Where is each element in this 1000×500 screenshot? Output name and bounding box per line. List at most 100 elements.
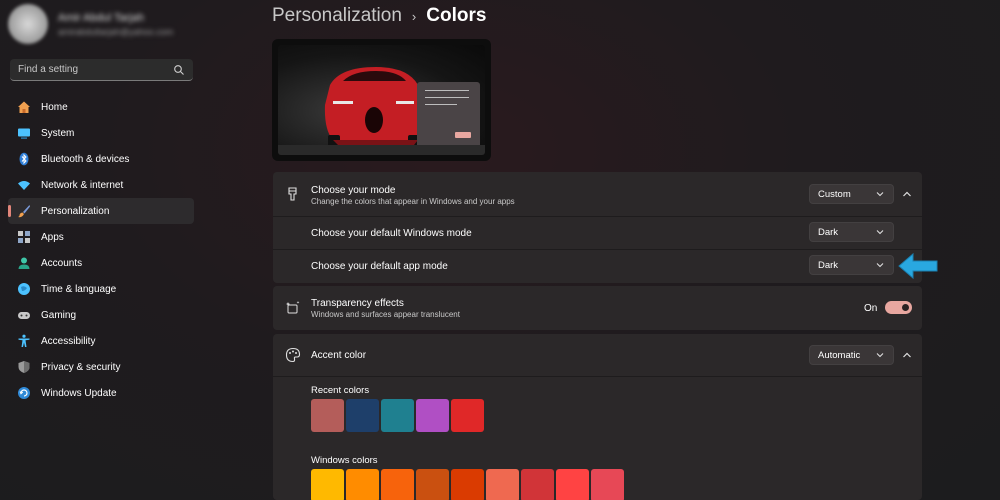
color-swatch[interactable] [451, 469, 484, 500]
wallpaper-preview [278, 45, 485, 155]
transparency-state: On [864, 303, 878, 314]
transparency-toggle[interactable] [885, 301, 912, 314]
sidebar-item-apps[interactable]: Apps [8, 224, 194, 250]
accent-dropdown[interactable]: Automatic [809, 345, 894, 365]
breadcrumb-parent[interactable]: Personalization [272, 5, 402, 27]
mode-dropdown-value: Custom [818, 188, 851, 200]
choose-mode-row[interactable]: Choose your mode Change the colors that … [273, 172, 922, 216]
color-swatch[interactable] [451, 399, 484, 432]
accent-dropdown-value: Automatic [818, 349, 861, 361]
sidebar-item-label: Personalization [41, 205, 110, 217]
sidebar-item-label: Bluetooth & devices [41, 153, 130, 165]
accent-card: Accent color Automatic Recent colors Win… [273, 334, 922, 500]
sidebar-nav: Home System Bluetooth & devices Network … [8, 94, 194, 406]
sidebar-item-label: Accessibility [41, 335, 96, 347]
mode-card: Choose your mode Change the colors that … [273, 172, 922, 283]
divider [273, 376, 922, 377]
time-language-icon [16, 282, 31, 297]
sidebar-item-label: Privacy & security [41, 361, 121, 373]
theme-preview [272, 39, 491, 161]
windows-colors-label: Windows colors [311, 455, 378, 466]
recent-colors [311, 399, 484, 432]
accounts-icon [16, 256, 31, 271]
chevron-down-icon [876, 263, 884, 268]
windows-colors [311, 469, 624, 500]
accent-row[interactable]: Accent color Automatic [273, 334, 922, 376]
search-placeholder: Find a setting [18, 64, 79, 75]
color-swatch[interactable] [416, 469, 449, 500]
sidebar-item-label: Apps [41, 231, 64, 243]
page-title: Colors [426, 5, 487, 26]
shield-icon [16, 360, 31, 375]
sidebar-item-home[interactable]: Home [8, 94, 194, 120]
color-swatch[interactable] [311, 469, 344, 500]
chevron-up-icon[interactable] [901, 349, 913, 361]
sidebar-item-accessibility[interactable]: Accessibility [8, 328, 194, 354]
avatar[interactable] [8, 4, 48, 44]
color-swatch[interactable] [591, 469, 624, 500]
chevron-down-icon [876, 353, 884, 358]
sidebar-item-privacy[interactable]: Privacy & security [8, 354, 194, 380]
recent-colors-label: Recent colors [311, 385, 370, 396]
sidebar-item-accounts[interactable]: Accounts [8, 250, 194, 276]
sidebar-item-label: Home [41, 101, 68, 113]
chevron-up-icon[interactable] [901, 188, 913, 200]
preview-accent-button [455, 132, 471, 138]
search-icon [174, 64, 184, 75]
color-swatch[interactable] [486, 469, 519, 500]
sidebar-item-network[interactable]: Network & internet [8, 172, 194, 198]
paint-bucket-icon [288, 187, 297, 201]
accent-title: Accent color [311, 350, 367, 361]
annotation-arrow-icon [898, 252, 938, 280]
app-mode-label: Choose your default app mode [311, 261, 448, 272]
preview-line [425, 90, 469, 91]
choose-mode-title: Choose your mode [311, 185, 396, 196]
accessibility-icon [16, 334, 31, 349]
windows-mode-label: Choose your default Windows mode [311, 228, 472, 239]
brush-icon [16, 204, 31, 219]
windows-mode-value: Dark [818, 226, 839, 238]
search-input[interactable]: Find a setting [10, 59, 193, 81]
sidebar-item-bluetooth[interactable]: Bluetooth & devices [8, 146, 194, 172]
app-mode-dropdown[interactable]: Dark [809, 255, 894, 275]
sidebar-item-time-language[interactable]: Time & language [8, 276, 194, 302]
bluetooth-icon [16, 152, 31, 167]
apps-icon [16, 230, 31, 245]
preview-line [425, 97, 469, 98]
color-swatch[interactable] [381, 399, 414, 432]
sidebar-item-gaming[interactable]: Gaming [8, 302, 194, 328]
color-swatch[interactable] [556, 469, 589, 500]
breadcrumb: Personalization › Colors [272, 4, 486, 28]
profile-email: amirabdultarjah@yahoo.com [58, 26, 174, 37]
breadcrumb-separator: › [411, 8, 417, 24]
color-swatch[interactable] [346, 469, 379, 500]
preview-taskbar [278, 145, 485, 155]
profile-name: Amir Abdul Tarjah [58, 11, 145, 24]
color-swatch[interactable] [521, 469, 554, 500]
network-icon [16, 178, 31, 193]
sidebar-item-label: Network & internet [41, 179, 124, 191]
sidebar-item-system[interactable]: System [8, 120, 194, 146]
transparency-card: Transparency effects Windows and surface… [273, 286, 922, 330]
sparkle-icon [286, 301, 300, 314]
chevron-down-icon [876, 230, 884, 235]
color-swatch[interactable] [346, 399, 379, 432]
gaming-icon [16, 308, 31, 323]
mode-dropdown[interactable]: Custom [809, 184, 894, 204]
transparency-subtitle: Windows and surfaces appear translucent [311, 310, 460, 319]
color-swatch[interactable] [311, 399, 344, 432]
sidebar-item-label: Gaming [41, 309, 77, 321]
color-swatch[interactable] [416, 399, 449, 432]
user-profile[interactable]: Amir Abdul Tarjah amirabdultarjah@yahoo.… [8, 4, 173, 44]
chevron-down-icon [876, 192, 884, 197]
choose-mode-subtitle: Change the colors that appear in Windows… [311, 197, 515, 206]
sidebar-item-windows-update[interactable]: Windows Update [8, 380, 194, 406]
transparency-title: Transparency effects [311, 298, 404, 309]
update-icon [16, 386, 31, 401]
color-swatch[interactable] [381, 469, 414, 500]
app-mode-value: Dark [818, 259, 839, 271]
system-icon [16, 126, 31, 141]
profile-text: Amir Abdul Tarjah amirabdultarjah@yahoo.… [58, 12, 173, 37]
windows-mode-dropdown[interactable]: Dark [809, 222, 894, 242]
sidebar-item-personalization[interactable]: Personalization [8, 198, 194, 224]
